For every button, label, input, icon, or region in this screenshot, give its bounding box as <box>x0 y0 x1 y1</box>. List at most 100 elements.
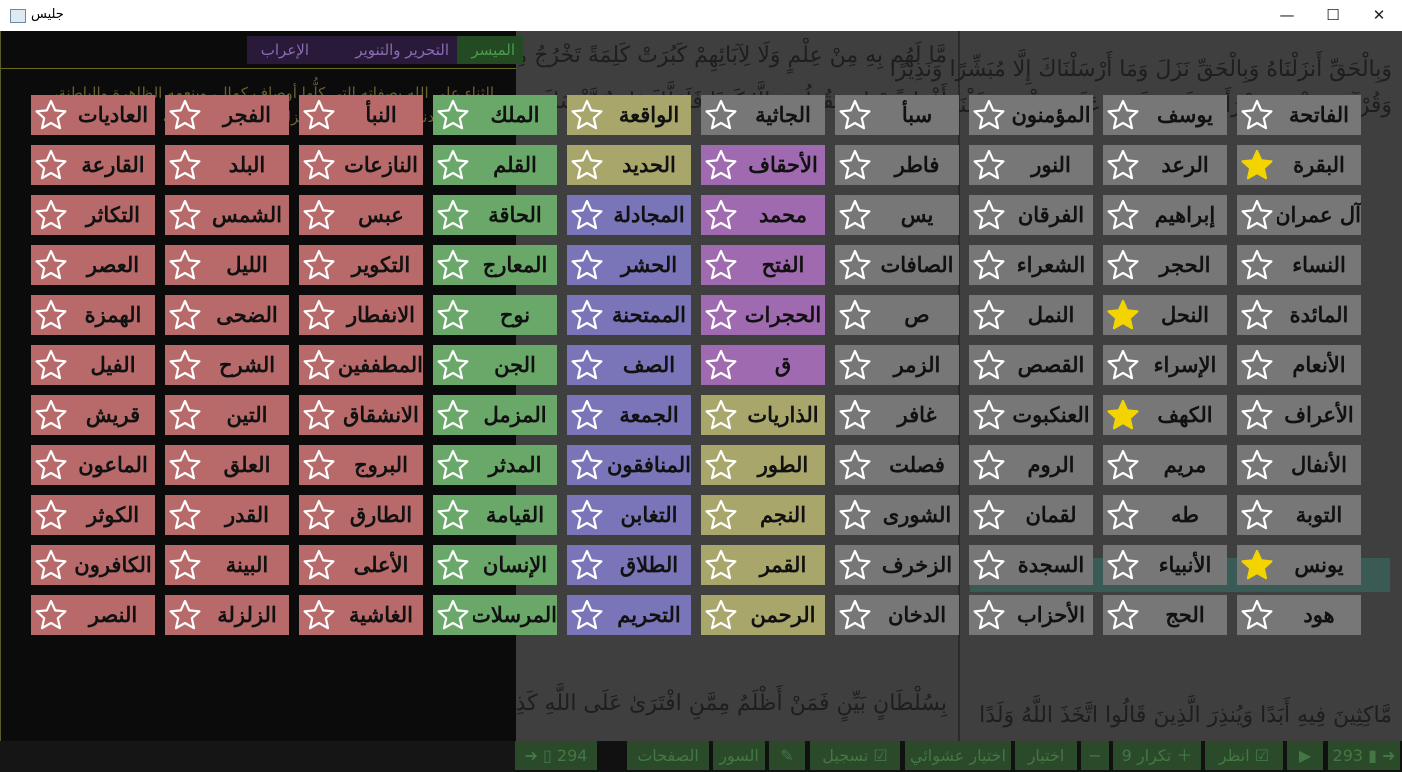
surah-item[interactable]: الماعون <box>31 445 155 485</box>
surah-item[interactable]: القمر <box>701 545 825 585</box>
surah-item[interactable]: الصف <box>567 345 691 385</box>
star-outline-icon[interactable] <box>701 495 741 535</box>
star-outline-icon[interactable] <box>1103 245 1143 285</box>
star-outline-icon[interactable] <box>433 145 473 185</box>
surah-item[interactable]: لقمان <box>969 495 1093 535</box>
surah-item[interactable]: الشمس <box>165 195 289 235</box>
surah-item[interactable]: الضحى <box>165 295 289 335</box>
star-outline-icon[interactable] <box>433 445 473 485</box>
surah-item[interactable]: المنافقون <box>567 445 691 485</box>
surah-item[interactable]: النصر <box>31 595 155 635</box>
star-outline-icon[interactable] <box>433 495 473 535</box>
star-outline-icon[interactable] <box>567 295 607 335</box>
surah-item[interactable]: النازعات <box>299 145 423 185</box>
star-outline-icon[interactable] <box>165 395 205 435</box>
surah-item[interactable]: الانفطار <box>299 295 423 335</box>
surah-item[interactable]: الفجر <box>165 95 289 135</box>
star-outline-icon[interactable] <box>1237 445 1277 485</box>
surah-item[interactable]: سبأ <box>835 95 959 135</box>
star-outline-icon[interactable] <box>1237 595 1277 635</box>
star-outline-icon[interactable] <box>1237 495 1277 535</box>
star-outline-icon[interactable] <box>969 195 1009 235</box>
star-filled-icon[interactable] <box>1237 145 1277 185</box>
surah-item[interactable]: العلق <box>165 445 289 485</box>
star-outline-icon[interactable] <box>1103 595 1143 635</box>
star-outline-icon[interactable] <box>969 245 1009 285</box>
star-outline-icon[interactable] <box>835 595 875 635</box>
surah-item[interactable]: الغاشية <box>299 595 423 635</box>
surah-item[interactable]: المعارج <box>433 245 557 285</box>
surah-item[interactable]: غافر <box>835 395 959 435</box>
surah-item[interactable]: القدر <box>165 495 289 535</box>
surah-item[interactable]: الفيل <box>31 345 155 385</box>
surah-item[interactable]: المرسلات <box>433 595 557 635</box>
surah-item[interactable]: الطلاق <box>567 545 691 585</box>
star-outline-icon[interactable] <box>835 295 875 335</box>
star-outline-icon[interactable] <box>165 195 205 235</box>
star-outline-icon[interactable] <box>969 545 1009 585</box>
star-outline-icon[interactable] <box>835 195 875 235</box>
star-outline-icon[interactable] <box>701 595 741 635</box>
surah-item[interactable]: البروج <box>299 445 423 485</box>
star-filled-icon[interactable] <box>1103 395 1143 435</box>
star-outline-icon[interactable] <box>299 445 339 485</box>
star-outline-icon[interactable] <box>31 595 71 635</box>
star-filled-icon[interactable] <box>1103 295 1143 335</box>
star-outline-icon[interactable] <box>299 295 339 335</box>
surah-item[interactable]: التين <box>165 395 289 435</box>
star-outline-icon[interactable] <box>31 95 71 135</box>
star-outline-icon[interactable] <box>835 95 875 135</box>
surah-item[interactable]: التكاثر <box>31 195 155 235</box>
surah-item[interactable]: ق <box>701 345 825 385</box>
surah-item[interactable]: الإنسان <box>433 545 557 585</box>
star-outline-icon[interactable] <box>567 595 607 635</box>
surah-item[interactable]: فاطر <box>835 145 959 185</box>
star-outline-icon[interactable] <box>701 95 741 135</box>
surah-item[interactable]: الشرح <box>165 345 289 385</box>
surah-item[interactable]: القيامة <box>433 495 557 535</box>
surah-item[interactable]: الحجر <box>1103 245 1227 285</box>
star-outline-icon[interactable] <box>835 245 875 285</box>
surah-item[interactable]: عبس <box>299 195 423 235</box>
star-outline-icon[interactable] <box>567 195 607 235</box>
star-outline-icon[interactable] <box>165 495 205 535</box>
star-outline-icon[interactable] <box>835 545 875 585</box>
star-outline-icon[interactable] <box>1103 145 1143 185</box>
star-outline-icon[interactable] <box>433 345 473 385</box>
surah-item[interactable]: الحديد <box>567 145 691 185</box>
surah-item[interactable]: فصلت <box>835 445 959 485</box>
surah-item[interactable]: طه <box>1103 495 1227 535</box>
star-outline-icon[interactable] <box>1237 345 1277 385</box>
star-outline-icon[interactable] <box>567 495 607 535</box>
star-outline-icon[interactable] <box>299 345 339 385</box>
star-outline-icon[interactable] <box>1103 545 1143 585</box>
star-outline-icon[interactable] <box>567 445 607 485</box>
star-outline-icon[interactable] <box>835 145 875 185</box>
star-outline-icon[interactable] <box>31 495 71 535</box>
surah-item[interactable]: النساء <box>1237 245 1361 285</box>
surah-item[interactable]: الحجرات <box>701 295 825 335</box>
surah-item[interactable]: المؤمنون <box>969 95 1093 135</box>
star-outline-icon[interactable] <box>969 145 1009 185</box>
star-outline-icon[interactable] <box>1103 445 1143 485</box>
surah-item[interactable]: الملك <box>433 95 557 135</box>
star-outline-icon[interactable] <box>1237 295 1277 335</box>
star-outline-icon[interactable] <box>299 595 339 635</box>
surah-item[interactable]: يوسف <box>1103 95 1227 135</box>
surah-item[interactable]: البينة <box>165 545 289 585</box>
surah-item[interactable]: الزخرف <box>835 545 959 585</box>
surah-item[interactable]: الفرقان <box>969 195 1093 235</box>
star-outline-icon[interactable] <box>165 95 205 135</box>
surah-item[interactable]: الانشقاق <box>299 395 423 435</box>
star-outline-icon[interactable] <box>969 295 1009 335</box>
surah-item[interactable]: يس <box>835 195 959 235</box>
surah-item[interactable]: السجدة <box>969 545 1093 585</box>
surah-item[interactable]: مريم <box>1103 445 1227 485</box>
surah-item[interactable]: العصر <box>31 245 155 285</box>
star-outline-icon[interactable] <box>701 395 741 435</box>
star-outline-icon[interactable] <box>701 445 741 485</box>
star-outline-icon[interactable] <box>1103 195 1143 235</box>
star-outline-icon[interactable] <box>969 395 1009 435</box>
surah-item[interactable]: المائدة <box>1237 295 1361 335</box>
surah-item[interactable]: ص <box>835 295 959 335</box>
